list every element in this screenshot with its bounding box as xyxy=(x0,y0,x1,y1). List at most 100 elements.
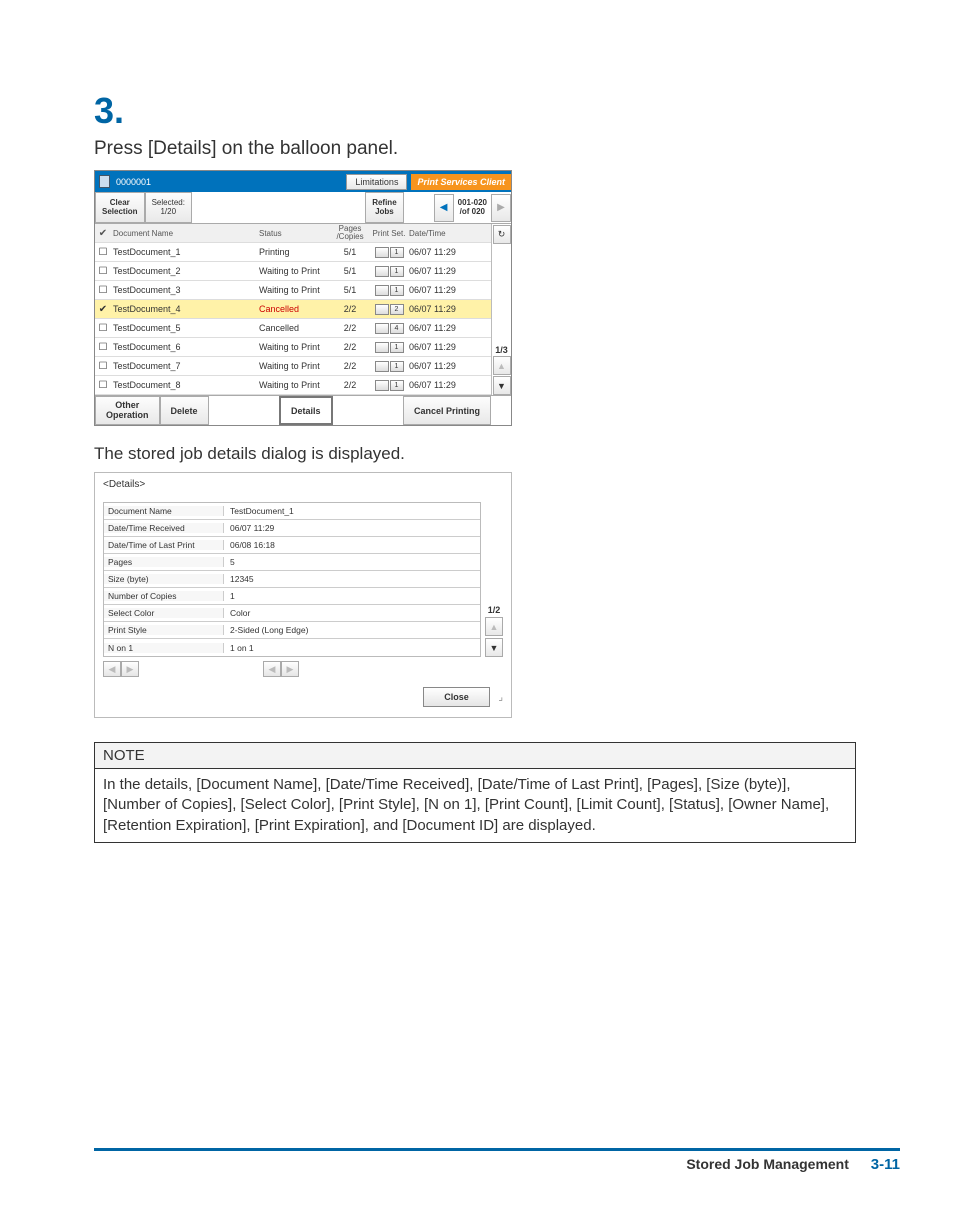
detail-value: Color xyxy=(224,608,250,618)
details-nav-prev-icon[interactable]: ◀ xyxy=(103,661,121,677)
step-number: 3. xyxy=(94,90,124,132)
row-status: Waiting to Print xyxy=(259,361,331,371)
details-button[interactable]: Details xyxy=(279,396,333,425)
row-pages: 5/1 xyxy=(331,247,369,257)
sides-icon xyxy=(375,247,389,258)
print-services-client-label: Print Services Client xyxy=(411,174,511,190)
detail-row: Document NameTestDocument_1 xyxy=(104,503,480,520)
nav-next-icon[interactable]: ▶ xyxy=(491,194,511,222)
caption-text: The stored job details dialog is display… xyxy=(94,444,856,464)
scroll-up-icon[interactable]: ▲ xyxy=(493,356,511,375)
row-status: Cancelled xyxy=(259,304,331,314)
nup-icon: 1 xyxy=(390,247,404,258)
row-pages: 2/2 xyxy=(331,342,369,352)
row-checkbox[interactable]: ☐ xyxy=(95,361,111,372)
details-scroll-up-icon[interactable]: ▲ xyxy=(485,617,503,636)
nup-icon: 4 xyxy=(390,323,404,334)
sides-icon xyxy=(375,285,389,296)
scroll-down-icon[interactable]: ▼ xyxy=(493,376,511,395)
detail-row: Number of Copies1 xyxy=(104,588,480,605)
table-row[interactable]: ✔TestDocument_4Cancelled2/2206/07 11:29 xyxy=(95,300,491,319)
row-printset: 1 xyxy=(369,266,409,277)
table-row[interactable]: ☐TestDocument_6Waiting to Print2/2106/07… xyxy=(95,338,491,357)
nup-icon: 1 xyxy=(390,266,404,277)
other-operation-button[interactable]: OtherOperation xyxy=(95,396,160,425)
job-list-screenshot: 0000001 Limitations Print Services Clien… xyxy=(94,170,512,426)
refresh-icon[interactable]: ↻ xyxy=(493,225,511,244)
row-status: Waiting to Print xyxy=(259,285,331,295)
row-docname: TestDocument_4 xyxy=(111,304,259,314)
row-status: Printing xyxy=(259,247,331,257)
detail-label: Print Style xyxy=(104,625,224,635)
nav-prev-icon[interactable]: ◀ xyxy=(434,194,454,222)
row-datetime: 06/07 11:29 xyxy=(409,285,471,295)
row-docname: TestDocument_7 xyxy=(111,361,259,371)
row-status: Waiting to Print xyxy=(259,266,331,276)
row-checkbox[interactable]: ☐ xyxy=(95,285,111,296)
clear-selection-button[interactable]: ClearSelection xyxy=(95,192,145,223)
row-pages: 5/1 xyxy=(331,285,369,295)
detail-label: Size (byte) xyxy=(104,574,224,584)
note-box: NOTE In the details, [Document Name], [D… xyxy=(94,742,856,843)
footer-page-number: 3-11 xyxy=(871,1156,900,1173)
queue-id: 0000001 xyxy=(116,177,151,187)
details-nav-next-icon[interactable]: ▶ xyxy=(121,661,139,677)
detail-value: TestDocument_1 xyxy=(224,506,294,516)
col-status[interactable]: Status xyxy=(259,229,331,238)
sides-icon xyxy=(375,323,389,334)
detail-value: 06/08 16:18 xyxy=(224,540,275,550)
limitations-button[interactable]: Limitations xyxy=(346,174,407,190)
row-checkbox[interactable]: ☐ xyxy=(95,323,111,334)
col-print-set[interactable]: Print Set. xyxy=(369,229,409,238)
row-pages: 2/2 xyxy=(331,361,369,371)
row-pages: 2/2 xyxy=(331,380,369,390)
row-checkbox[interactable]: ☐ xyxy=(95,342,111,353)
check-all-icon[interactable]: ✔ xyxy=(95,228,111,239)
row-checkbox[interactable]: ☐ xyxy=(95,266,111,277)
details-value-next-icon[interactable]: ▶ xyxy=(281,661,299,677)
footer-section: Stored Job Management xyxy=(686,1156,849,1172)
delete-button[interactable]: Delete xyxy=(160,396,209,425)
detail-value: 5 xyxy=(224,557,235,567)
sides-icon xyxy=(375,342,389,353)
row-status: Waiting to Print xyxy=(259,380,331,390)
table-row[interactable]: ☐TestDocument_3Waiting to Print5/1106/07… xyxy=(95,281,491,300)
action-bar: OtherOperation Delete Details Cancel Pri… xyxy=(95,395,511,425)
row-docname: TestDocument_5 xyxy=(111,323,259,333)
sides-icon xyxy=(375,266,389,277)
cancel-printing-button[interactable]: Cancel Printing xyxy=(403,396,491,425)
sides-icon xyxy=(375,361,389,372)
table-row[interactable]: ☐TestDocument_8Waiting to Print2/2106/07… xyxy=(95,376,491,395)
detail-row: Print Style2-Sided (Long Edge) xyxy=(104,622,480,639)
row-checkbox[interactable]: ☐ xyxy=(95,247,111,258)
detail-label: N on 1 xyxy=(104,643,224,653)
row-docname: TestDocument_1 xyxy=(111,247,259,257)
note-heading: NOTE xyxy=(95,743,855,769)
details-page-indicator: 1/2 xyxy=(488,605,501,615)
table-row[interactable]: ☐TestDocument_5Cancelled2/2406/07 11:29 xyxy=(95,319,491,338)
details-dialog-screenshot: <Details> Document NameTestDocument_1Dat… xyxy=(94,472,512,718)
detail-label: Number of Copies xyxy=(104,591,224,601)
refine-jobs-button[interactable]: RefineJobs xyxy=(365,192,403,223)
col-document-name[interactable]: Document Name xyxy=(111,229,259,238)
nup-icon: 1 xyxy=(390,285,404,296)
col-date-time[interactable]: Date/Time xyxy=(409,229,471,238)
col-pages-copies[interactable]: Pages/Copies xyxy=(331,225,369,241)
row-checkbox[interactable]: ☐ xyxy=(95,380,111,391)
details-scroll-down-icon[interactable]: ▼ xyxy=(485,638,503,657)
table-row[interactable]: ☐TestDocument_7Waiting to Print2/2106/07… xyxy=(95,357,491,376)
table-row[interactable]: ☐TestDocument_1Printing5/1106/07 11:29 xyxy=(95,243,491,262)
row-printset: 1 xyxy=(369,380,409,391)
row-pages: 2/2 xyxy=(331,323,369,333)
step-instruction: Press [Details] on the balloon panel. xyxy=(94,138,856,160)
row-datetime: 06/07 11:29 xyxy=(409,323,471,333)
close-button[interactable]: Close xyxy=(423,687,490,707)
step-heading: 3. xyxy=(94,90,856,132)
row-datetime: 06/07 11:29 xyxy=(409,380,471,390)
table-row[interactable]: ☐TestDocument_2Waiting to Print5/1106/07… xyxy=(95,262,491,281)
row-datetime: 06/07 11:29 xyxy=(409,266,471,276)
details-value-prev-icon[interactable]: ◀ xyxy=(263,661,281,677)
row-checkbox[interactable]: ✔ xyxy=(95,304,111,315)
row-printset: 1 xyxy=(369,361,409,372)
row-datetime: 06/07 11:29 xyxy=(409,361,471,371)
